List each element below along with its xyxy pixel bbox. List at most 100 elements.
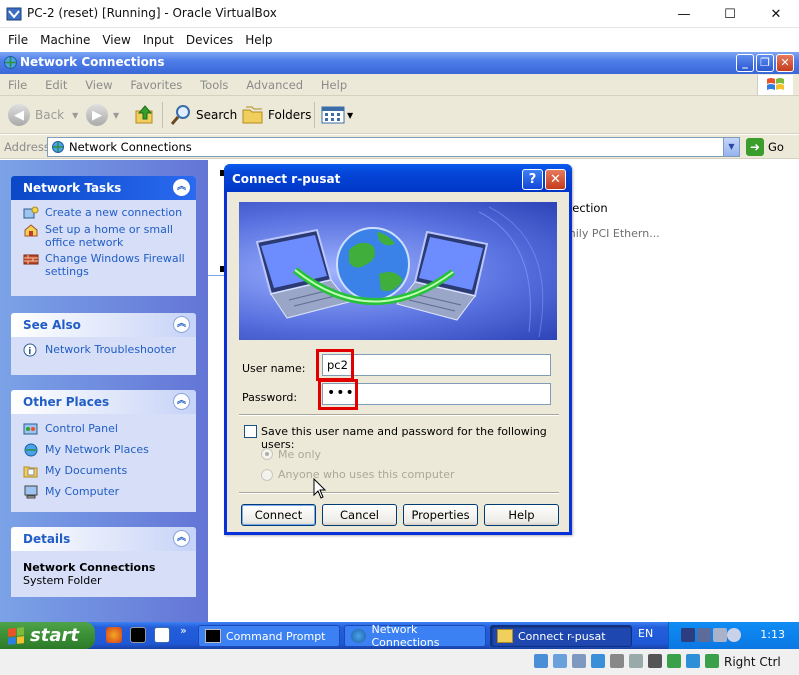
menu-tools[interactable]: Tools	[192, 74, 234, 92]
network-status-icon[interactable]	[591, 654, 605, 668]
network-tray-icon[interactable]	[681, 628, 695, 642]
address-dropdown-button[interactable]: ▼	[723, 138, 739, 156]
recording-status-icon[interactable]	[667, 654, 681, 668]
username-input[interactable]: pc2	[322, 354, 551, 376]
host-menu-help[interactable]: Help	[239, 33, 278, 47]
task-pane: Network Tasks ︽ Create a new connection …	[0, 160, 208, 649]
folder-icon	[497, 629, 513, 643]
host-key-label: Right Ctrl	[724, 655, 781, 669]
address-label: Address	[4, 140, 50, 154]
optical-drive-status-icon[interactable]	[553, 654, 567, 668]
back-arrow-icon: ◀	[8, 104, 30, 126]
task-network-troubleshooter[interactable]: i Network Troubleshooter	[23, 343, 186, 357]
task-create-connection[interactable]: Create a new connection	[23, 206, 186, 220]
properties-button[interactable]: Properties	[403, 504, 478, 526]
menu-edit[interactable]: Edit	[37, 74, 73, 92]
save-credentials-checkbox[interactable]	[244, 425, 257, 438]
place-my-documents[interactable]: My Documents	[23, 464, 186, 478]
explorer-close-button[interactable]: ✕	[776, 54, 794, 72]
views-button[interactable]: ▼	[321, 103, 353, 127]
dialog-help-button[interactable]: ?	[522, 169, 543, 190]
menu-advanced[interactable]: Advanced	[238, 74, 309, 92]
collapse-chevron-icon[interactable]: ︽	[173, 316, 190, 333]
guest-screen: Network Connections _ ❐ ✕ File Edit View…	[0, 52, 799, 649]
mouse-cursor-icon	[313, 478, 327, 499]
menu-file[interactable]: File	[0, 74, 33, 92]
details-name: Network Connections	[23, 561, 156, 574]
command-prompt-icon[interactable]	[130, 627, 146, 643]
me-only-radio[interactable]	[261, 448, 273, 460]
explorer-minimize-button[interactable]: _	[736, 54, 754, 72]
back-button[interactable]: ◀ Back ▼	[8, 103, 78, 127]
host-menu-input[interactable]: Input	[137, 33, 180, 47]
other-places-header[interactable]: Other Places ︽	[11, 390, 196, 414]
firefox-icon[interactable]	[106, 627, 122, 643]
place-control-panel[interactable]: Control Panel	[23, 422, 186, 436]
see-also-header[interactable]: See Also ︽	[11, 313, 196, 337]
host-menu-machine[interactable]: Machine	[34, 33, 96, 47]
collapse-chevron-icon[interactable]: ︽	[173, 393, 190, 410]
language-indicator[interactable]: EN	[638, 627, 653, 640]
anyone-label: Anyone who uses this computer	[278, 468, 455, 481]
go-button[interactable]: ➜ Go	[746, 138, 784, 156]
dialog-title: Connect r-pusat	[232, 172, 341, 186]
host-menu-view[interactable]: View	[96, 33, 136, 47]
start-button[interactable]: start	[0, 622, 95, 649]
forward-button[interactable]: ▶ ▼	[86, 103, 119, 127]
help-button[interactable]: Help	[484, 504, 559, 526]
taskbar-connect-dialog[interactable]: Connect r-pusat	[490, 625, 632, 647]
svg-text:i: i	[28, 347, 31, 357]
folders-button[interactable]: Folders	[242, 103, 311, 127]
host-menu-devices[interactable]: Devices	[180, 33, 239, 47]
maximize-button[interactable]: ☐	[707, 0, 753, 28]
quicklaunch-expand-chevron[interactable]: »	[180, 624, 187, 637]
search-button[interactable]: Search	[170, 103, 237, 127]
place-my-network-places[interactable]: My Network Places	[23, 443, 186, 457]
usb-status-icon[interactable]	[610, 654, 624, 668]
dialog-close-button[interactable]: ✕	[545, 169, 566, 190]
address-value: Network Connections	[69, 140, 192, 154]
search-icon	[170, 105, 190, 125]
details-header[interactable]: Details ︽	[11, 527, 196, 551]
connect-button[interactable]: Connect	[241, 504, 316, 526]
network-connections-icon	[52, 141, 64, 153]
explorer-titlebar: Network Connections _ ❐ ✕	[0, 52, 799, 74]
close-button[interactable]: ✕	[753, 0, 799, 28]
connect-dialog: Connect r-pusat ? ✕ User name: pc2 Passw…	[224, 164, 572, 535]
volume-tray-icon[interactable]	[713, 628, 727, 642]
audio-status-icon[interactable]	[572, 654, 586, 668]
explorer-restore-button[interactable]: ❐	[756, 54, 774, 72]
up-folder-icon	[135, 105, 153, 124]
address-input[interactable]: Network Connections ▼	[47, 137, 740, 157]
host-statusbar: Right Ctrl	[0, 649, 799, 675]
taskbar-command-prompt[interactable]: Command Prompt	[198, 625, 340, 647]
place-my-computer[interactable]: My Computer	[23, 485, 186, 499]
mouse-integration-status-icon[interactable]	[705, 654, 719, 668]
cpu-status-icon[interactable]	[686, 654, 700, 668]
cancel-button[interactable]: Cancel	[322, 504, 397, 526]
taskbar-network-connections[interactable]: Network Connections	[344, 623, 486, 649]
security-tray-icon[interactable]	[727, 628, 741, 642]
menu-help[interactable]: Help	[313, 74, 353, 92]
menu-favorites[interactable]: Favorites	[122, 74, 188, 92]
network-connections-icon	[4, 56, 17, 69]
hard-disk-status-icon[interactable]	[534, 654, 548, 668]
globe-icon	[336, 227, 410, 301]
password-highlight-box	[318, 379, 358, 410]
up-folder-button[interactable]	[134, 103, 156, 127]
collapse-chevron-icon[interactable]: ︽	[173, 530, 190, 547]
anyone-radio[interactable]	[261, 469, 273, 481]
task-home-network[interactable]: Set up a home or small office network	[23, 223, 186, 249]
host-menu-file[interactable]: File	[2, 33, 34, 47]
minimize-button[interactable]: —	[661, 0, 707, 28]
network-tray-icon[interactable]	[697, 628, 711, 642]
command-prompt-icon	[205, 629, 221, 643]
menu-view[interactable]: View	[77, 74, 118, 92]
network-tasks-header[interactable]: Network Tasks ︽	[11, 176, 196, 200]
network-quicklaunch-icon[interactable]	[154, 627, 170, 643]
display-status-icon[interactable]	[648, 654, 662, 668]
task-firewall-settings[interactable]: Change Windows Firewall settings	[23, 252, 186, 278]
info-icon: i	[23, 343, 37, 357]
collapse-chevron-icon[interactable]: ︽	[173, 179, 190, 196]
shared-folders-status-icon[interactable]	[629, 654, 643, 668]
